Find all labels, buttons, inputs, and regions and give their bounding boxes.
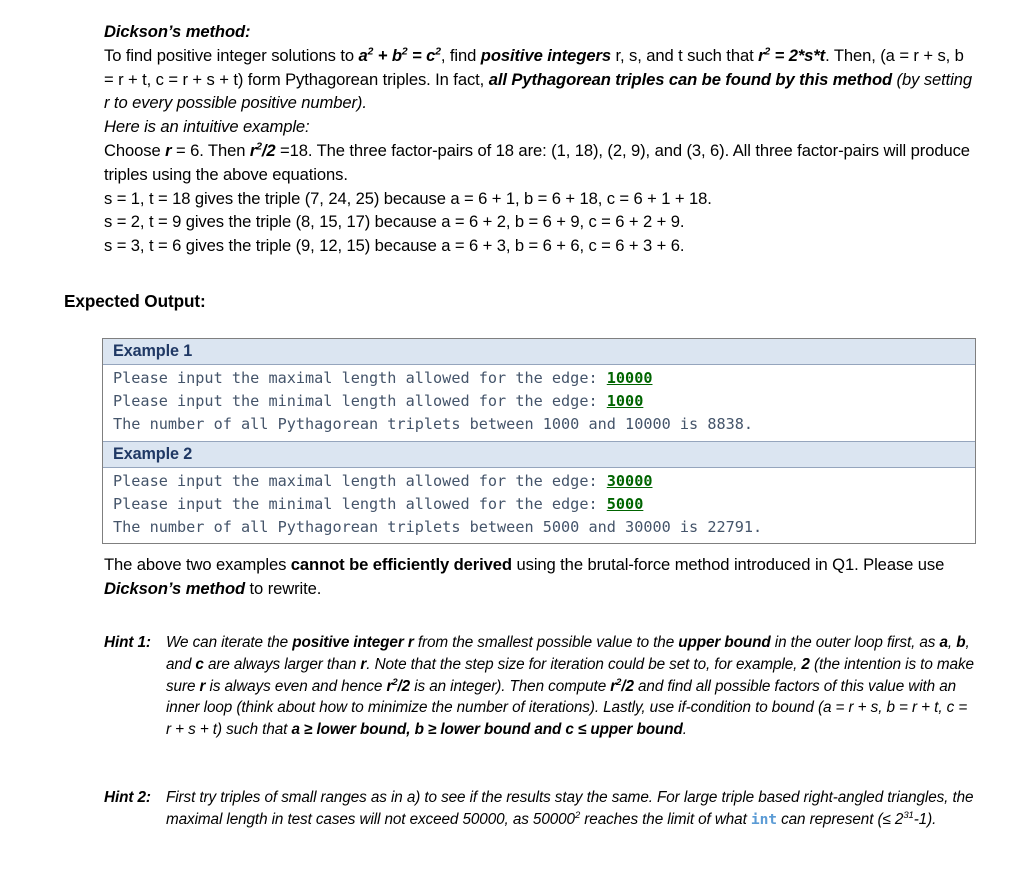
h1-r10-half: /2 bbox=[621, 677, 634, 695]
choose-a: Choose bbox=[104, 140, 166, 160]
h1-c: in the outer loop first, as bbox=[770, 634, 940, 651]
equation-a2b2c2: a2 + b2 = c2 bbox=[358, 45, 441, 65]
method-title: Dickson’s method: bbox=[104, 22, 251, 41]
h1-r9-half: /2 bbox=[397, 677, 411, 695]
hint-1-text: We can iterate the positive integer r fr… bbox=[166, 632, 976, 741]
choose-b: = 6. Then bbox=[171, 140, 250, 160]
eq-a: a bbox=[358, 45, 368, 65]
method-definition-paragraph: To find positive integer solutions to a2… bbox=[104, 44, 976, 115]
h1-var-c: c bbox=[195, 655, 204, 673]
h1-c4: are always larger than bbox=[203, 655, 361, 673]
int-keyword: int bbox=[750, 810, 777, 828]
cannot-be-derived-emph: cannot be efficiently derived bbox=[290, 555, 512, 574]
eq-2st: = 2*s*t bbox=[770, 45, 826, 65]
h2-c-sup: 31 bbox=[903, 809, 914, 821]
h1-bound-conditions: a ≥ lower bound, b ≥ lower bound and c ≤… bbox=[291, 721, 683, 739]
example-2-body: Please input the maximal length allowed … bbox=[103, 468, 975, 544]
code-line: Please input the maximal length allowed … bbox=[113, 367, 975, 390]
code-input-value: 10000 bbox=[606, 369, 653, 387]
code-result: The number of all Pythagorean triplets b… bbox=[113, 518, 763, 537]
code-result: The number of all Pythagorean triplets b… bbox=[113, 415, 754, 434]
equation-r2-2st: r2 = 2*s*t bbox=[758, 46, 825, 65]
dicksons-method-emph: Dickson’s method bbox=[104, 579, 246, 599]
code-line: The number of all Pythagorean triplets b… bbox=[113, 516, 975, 539]
h1-c2: , bbox=[947, 634, 957, 651]
triple-line-1: s = 1, t = 18 gives the triple (7, 24, 2… bbox=[104, 188, 712, 208]
all-triples-emph: all Pythagorean triples can be found by … bbox=[488, 69, 893, 89]
example-1-header: Example 1 bbox=[103, 339, 975, 365]
expected-output-heading: Expected Output: bbox=[64, 291, 206, 311]
h1-positive-integer-r: positive integer r bbox=[292, 634, 414, 651]
eq-b: + b bbox=[373, 45, 402, 65]
hint-2-text: First try triples of small ranges as in … bbox=[166, 787, 976, 831]
eq-c: = c bbox=[407, 45, 436, 65]
code-input-value: 30000 bbox=[606, 471, 653, 490]
choose-r2-half: r2/2 bbox=[250, 141, 276, 160]
h1-b: from the smallest possible value to the bbox=[413, 634, 679, 651]
h1-step-2: 2 bbox=[801, 655, 810, 673]
below-box-paragraph: The above two examples cannot be efficie… bbox=[104, 553, 976, 602]
h1-c5: . Note that the step size for iteration … bbox=[366, 655, 802, 673]
h1-c8: is an integer). Then compute bbox=[410, 677, 611, 695]
code-prompt: Please input the minimal length allowed … bbox=[113, 392, 607, 411]
h2-d: -1). bbox=[913, 810, 937, 828]
code-prompt: Please input the maximal length allowed … bbox=[113, 369, 607, 387]
below-b: using the brutal-force method introduced… bbox=[511, 555, 945, 574]
positive-integers-emph: positive integers bbox=[480, 45, 611, 65]
code-line: Please input the minimal length allowed … bbox=[113, 493, 975, 516]
code-input-value: 1000 bbox=[606, 392, 644, 411]
h1-r2-half-2: r2/2 bbox=[610, 677, 634, 695]
code-line: Please input the minimal length allowed … bbox=[113, 390, 975, 413]
code-line: Please input the maximal length allowed … bbox=[113, 470, 975, 493]
h1-c10: . bbox=[682, 721, 687, 739]
method-line1-a: To find positive integer solutions to bbox=[104, 45, 359, 65]
example-2-header: Example 2 bbox=[103, 440, 975, 468]
method-line1-c: r, s, and t such that bbox=[610, 45, 759, 65]
code-line: The number of all Pythagorean triplets b… bbox=[113, 413, 975, 436]
h1-var-a: a bbox=[939, 634, 949, 651]
below-a: The above two examples bbox=[104, 555, 291, 574]
below-c: to rewrite. bbox=[245, 579, 322, 599]
hint-2: Hint 2: First try triples of small range… bbox=[104, 787, 976, 831]
expected-output-box: Example 1 Please input the maximal lengt… bbox=[102, 338, 976, 545]
h2-b: reaches the limit of what bbox=[580, 810, 751, 828]
hint-1-label: Hint 1: bbox=[104, 634, 151, 651]
h1-c7: is always even and hence bbox=[205, 677, 387, 695]
code-prompt: Please input the maximal length allowed … bbox=[113, 471, 607, 490]
triple-line-2: s = 2, t = 9 gives the triple (8, 15, 17… bbox=[104, 212, 685, 232]
code-prompt: Please input the minimal length allowed … bbox=[113, 494, 607, 513]
h1-a: We can iterate the bbox=[166, 634, 293, 651]
triple-line-3: s = 3, t = 6 gives the triple (9, 12, 15… bbox=[104, 236, 685, 256]
code-input-value: 5000 bbox=[606, 494, 644, 513]
choose-half: /2 bbox=[261, 140, 276, 160]
method-line1-b: , find bbox=[440, 45, 481, 65]
hint-1: Hint 1: We can iterate the positive inte… bbox=[104, 632, 976, 741]
h1-r2-half-1: r2/2 bbox=[386, 677, 411, 695]
h2-c: can represent (≤ 2 bbox=[776, 810, 904, 828]
document-page: Dickson’s method: To find positive integ… bbox=[0, 0, 1024, 880]
h1-upper-bound: upper bound bbox=[678, 634, 771, 651]
dicksons-method-section: Dickson’s method: To find positive integ… bbox=[104, 20, 976, 258]
intuitive-example-label: Here is an intuitive example: bbox=[104, 117, 310, 137]
hint-2-label: Hint 2: bbox=[104, 789, 151, 806]
example-1-body: Please input the maximal length allowed … bbox=[103, 365, 975, 441]
choose-r-paragraph: Choose r = 6. Then r2/2 =18. The three f… bbox=[104, 139, 976, 187]
